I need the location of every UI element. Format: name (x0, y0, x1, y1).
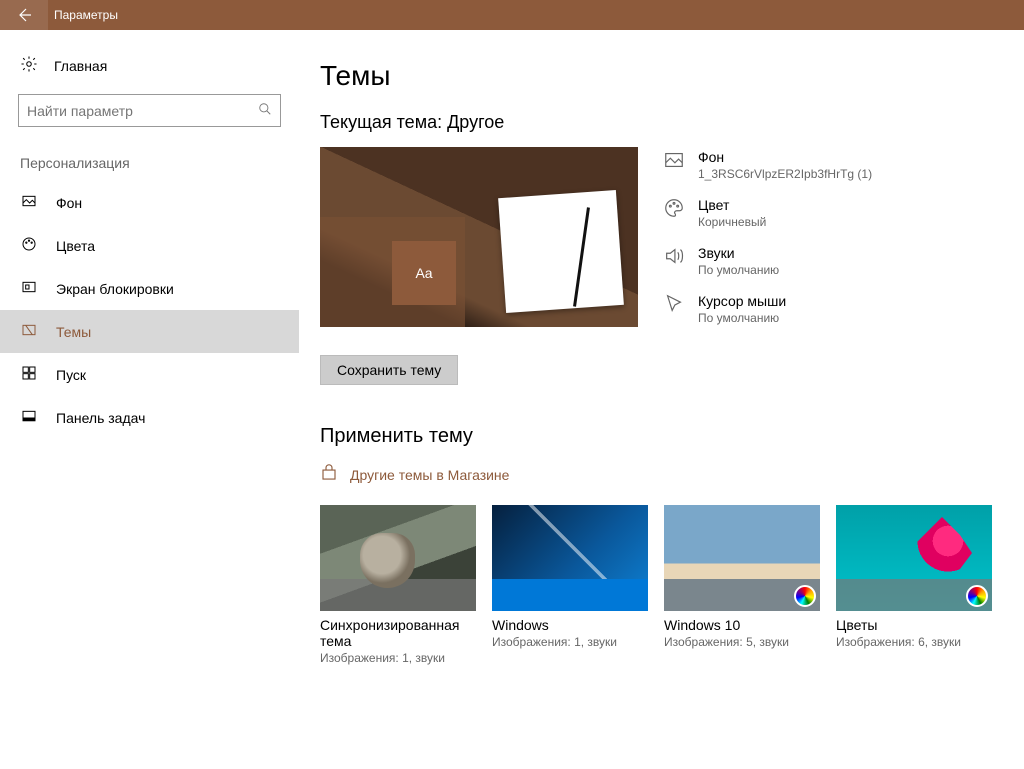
preview-paper (498, 190, 624, 313)
current-theme-label: Текущая тема: Другое (320, 112, 1004, 133)
sidebar-item-label: Фон (56, 195, 82, 211)
back-button[interactable] (0, 0, 48, 30)
sidebar-item-label: Панель задач (56, 410, 145, 426)
theme-prop-background[interactable]: Фон 1_3RSC6rVlpzER2Ipb3fHrTg (1) (662, 149, 872, 181)
prop-value: 1_3RSC6rVlpzER2Ipb3fHrTg (1) (698, 167, 872, 181)
theme-thumbnail (664, 505, 820, 611)
sound-icon (662, 245, 686, 277)
theme-card-flowers[interactable]: Цветы Изображения: 6, звуки (836, 505, 992, 665)
start-icon (20, 365, 38, 384)
picture-icon (20, 193, 38, 212)
theme-prop-color[interactable]: Цвет Коричневый (662, 197, 872, 229)
theme-thumbnail (836, 505, 992, 611)
store-link-label: Другие темы в Магазине (350, 467, 509, 483)
theme-thumbnail (320, 505, 476, 611)
prop-value: По умолчанию (698, 263, 779, 277)
theme-title: Синхронизированная тема (320, 617, 476, 649)
sidebar-section-label: Персонализация (0, 143, 299, 181)
search-input[interactable] (27, 103, 258, 119)
theme-subtitle: Изображения: 1, звуки (320, 651, 476, 665)
taskbar-icon (20, 408, 38, 427)
theme-subtitle: Изображения: 1, звуки (492, 635, 648, 649)
sidebar-item-label: Цвета (56, 238, 95, 254)
palette-icon (662, 197, 686, 229)
preview-tile: Aa (392, 241, 456, 305)
theme-card-windows[interactable]: Windows Изображения: 1, звуки (492, 505, 648, 665)
sidebar-item-start[interactable]: Пуск (0, 353, 299, 396)
gear-icon (20, 55, 38, 76)
palette-icon (20, 236, 38, 255)
theme-title: Windows (492, 617, 648, 633)
page-heading: Темы (320, 60, 1004, 92)
prop-title: Звуки (698, 245, 779, 261)
sidebar-item-themes[interactable]: Темы (0, 310, 299, 353)
store-link[interactable]: Другие темы в Магазине (320, 464, 1004, 485)
theme-thumbnail (492, 505, 648, 611)
sidebar: Главная Персонализация Фон Цвета (0, 30, 300, 769)
sidebar-item-label: Темы (56, 324, 91, 340)
titlebar: Параметры (0, 0, 1024, 30)
theme-properties: Фон 1_3RSC6rVlpzER2Ipb3fHrTg (1) Цвет Ко… (662, 147, 872, 327)
theme-prop-sounds[interactable]: Звуки По умолчанию (662, 245, 872, 277)
theme-subtitle: Изображения: 6, звуки (836, 635, 992, 649)
prop-title: Цвет (698, 197, 766, 213)
theme-title: Цветы (836, 617, 992, 633)
themes-icon (20, 322, 38, 341)
search-box[interactable] (18, 94, 281, 127)
theme-subtitle: Изображения: 5, звуки (664, 635, 820, 649)
picture-icon (662, 149, 686, 181)
color-chip-icon (794, 585, 816, 607)
apply-theme-heading: Применить тему (320, 425, 1004, 448)
search-icon (258, 102, 272, 119)
lockscreen-icon (20, 279, 38, 298)
window-title: Параметры (48, 8, 118, 22)
sidebar-item-background[interactable]: Фон (0, 181, 299, 224)
theme-card-windows10[interactable]: Windows 10 Изображения: 5, звуки (664, 505, 820, 665)
theme-prop-cursor[interactable]: Курсор мыши По умолчанию (662, 293, 872, 325)
sidebar-item-lockscreen[interactable]: Экран блокировки (0, 267, 299, 310)
sidebar-item-label: Пуск (56, 367, 86, 383)
arrow-left-icon (16, 7, 32, 23)
themes-grid: Синхронизированная тема Изображения: 1, … (320, 505, 1004, 665)
main-content: Темы Текущая тема: Другое Aa Фон 1_3RSC6… (300, 30, 1024, 769)
sidebar-home[interactable]: Главная (0, 45, 299, 88)
prop-value: По умолчанию (698, 311, 786, 325)
prop-value: Коричневый (698, 215, 766, 229)
theme-card-synced[interactable]: Синхронизированная тема Изображения: 1, … (320, 505, 476, 665)
sidebar-item-colors[interactable]: Цвета (0, 224, 299, 267)
prop-title: Курсор мыши (698, 293, 786, 309)
save-theme-button[interactable]: Сохранить тему (320, 355, 458, 385)
theme-title: Windows 10 (664, 617, 820, 633)
sidebar-home-label: Главная (54, 58, 107, 74)
sidebar-item-taskbar[interactable]: Панель задач (0, 396, 299, 439)
store-icon (320, 464, 338, 485)
prop-title: Фон (698, 149, 872, 165)
cursor-icon (662, 293, 686, 325)
theme-preview: Aa (320, 147, 638, 327)
sidebar-item-label: Экран блокировки (56, 281, 174, 297)
color-chip-icon (966, 585, 988, 607)
